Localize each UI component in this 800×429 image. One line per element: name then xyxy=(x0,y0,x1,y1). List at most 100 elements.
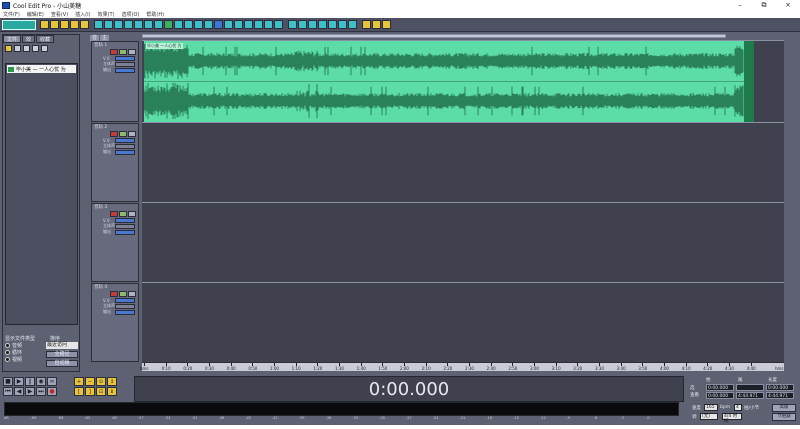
mute-button[interactable] xyxy=(128,291,136,297)
output-select[interactable] xyxy=(115,149,135,155)
record-arm-button[interactable] xyxy=(110,131,118,137)
redo-icon[interactable] xyxy=(154,20,163,29)
go-to-start-button[interactable]: ⏮ xyxy=(3,387,13,396)
favorites-icon[interactable] xyxy=(362,20,371,29)
track-lane-3[interactable] xyxy=(142,202,784,282)
volume-slider[interactable] xyxy=(115,55,135,61)
pan-slider[interactable] xyxy=(115,61,135,67)
solo-button[interactable] xyxy=(119,211,127,217)
paste-icon[interactable] xyxy=(114,20,123,29)
menu-file[interactable]: 文件(F) xyxy=(3,11,20,18)
metronome-button[interactable]: 节拍器 xyxy=(772,413,796,421)
advanced-button[interactable]: 高级 xyxy=(772,404,796,412)
zoom-full-icon[interactable]: ⊙ xyxy=(96,377,106,386)
volume-icon[interactable] xyxy=(184,20,193,29)
menu-insert[interactable]: 插入(I) xyxy=(75,11,90,18)
tempo-field[interactable]: 165 xyxy=(704,404,718,411)
tab-effects[interactable]: 效 xyxy=(22,35,36,43)
play-icon[interactable] xyxy=(164,20,173,29)
fx-rack-icon[interactable] xyxy=(298,20,307,29)
envelope-icon[interactable] xyxy=(174,20,183,29)
mute-button[interactable] xyxy=(128,49,136,55)
new-file-icon[interactable] xyxy=(40,20,49,29)
auto-play-button[interactable]: 自动播 xyxy=(46,360,78,367)
record-arm-button[interactable] xyxy=(110,291,118,297)
solo-button[interactable] xyxy=(119,291,127,297)
open-file-icon[interactable] xyxy=(5,44,12,52)
insert-icon[interactable] xyxy=(41,44,48,52)
zoom-right-icon[interactable]: ] xyxy=(85,387,95,396)
time-select-icon[interactable] xyxy=(224,20,233,29)
menu-help[interactable]: 帮助(H) xyxy=(146,11,164,18)
output-select[interactable] xyxy=(115,67,135,73)
track-lane-4[interactable] xyxy=(142,282,784,362)
pan-slider[interactable] xyxy=(115,223,135,229)
volume-slider[interactable] xyxy=(115,297,135,303)
fast-forward-button[interactable]: ▶ xyxy=(25,387,35,396)
trim-icon[interactable] xyxy=(134,20,143,29)
zoom-vertical-in-icon[interactable]: ↕ xyxy=(107,377,117,386)
maximize-button[interactable]: ⧉ xyxy=(752,0,776,10)
stop-button[interactable]: ■ xyxy=(3,377,13,386)
open-file-icon[interactable] xyxy=(50,20,59,29)
split-icon[interactable] xyxy=(264,20,273,29)
minimize-button[interactable]: – xyxy=(728,0,752,10)
selection-end-field[interactable] xyxy=(736,384,764,391)
pan-slider[interactable] xyxy=(115,303,135,309)
hybrid-tool-icon[interactable] xyxy=(214,20,223,29)
tab-files[interactable]: 文件 xyxy=(3,35,22,43)
mix-icon[interactable] xyxy=(204,20,213,29)
play-from-cursor-button[interactable]: ◉ xyxy=(36,377,46,386)
mute-button[interactable] xyxy=(128,131,136,137)
mixer-icon[interactable] xyxy=(328,20,337,29)
selection-begin-field[interactable]: 0:00.000 xyxy=(706,384,734,391)
track-lane-2[interactable] xyxy=(142,122,784,202)
bus-icon[interactable] xyxy=(318,20,327,29)
eq-icon[interactable] xyxy=(308,20,317,29)
solo-button[interactable] xyxy=(119,49,127,55)
record-arm-button[interactable] xyxy=(110,211,118,217)
waveform-mode-toggle[interactable] xyxy=(2,19,36,30)
script-icon[interactable] xyxy=(372,20,381,29)
view-length-field[interactable]: 4:44.971 xyxy=(766,392,794,399)
cut-icon[interactable] xyxy=(94,20,103,29)
beats-field[interactable]: 4 xyxy=(734,404,742,411)
close-file-icon[interactable] xyxy=(80,20,89,29)
tab-favorites[interactable]: 收藏 xyxy=(36,35,55,43)
video-icon[interactable] xyxy=(348,20,357,29)
undo-icon[interactable] xyxy=(144,20,153,29)
save-all-icon[interactable] xyxy=(70,20,79,29)
group-icon[interactable] xyxy=(274,20,283,29)
zoom-vertical-out-icon[interactable]: ↨ xyxy=(107,387,117,396)
full-path-button[interactable]: 全路径 xyxy=(46,351,78,358)
close-file-icon[interactable] xyxy=(23,44,30,52)
go-to-end-button[interactable]: ⏭ xyxy=(36,387,46,396)
save-icon[interactable] xyxy=(60,20,69,29)
close-button[interactable]: × xyxy=(776,0,800,10)
vertical-scrollbar[interactable] xyxy=(784,40,799,362)
move-copy-icon[interactable] xyxy=(234,20,243,29)
clip-end-handle[interactable] xyxy=(744,41,754,122)
mute-button[interactable] xyxy=(128,211,136,217)
time-signature-select[interactable]: 4/4 时间 xyxy=(722,413,742,424)
pan-slider[interactable] xyxy=(115,143,135,149)
volume-slider[interactable] xyxy=(115,217,135,223)
overview-scrollbar[interactable] xyxy=(142,34,726,38)
solo-button[interactable] xyxy=(119,131,127,137)
key-select[interactable]: (无) xyxy=(700,413,718,420)
track-name[interactable]: 音轨 2 xyxy=(92,124,138,131)
import-icon[interactable] xyxy=(14,44,21,52)
cd-icon[interactable] xyxy=(338,20,347,29)
zoom-out-icon[interactable]: − xyxy=(85,377,95,386)
volume-slider[interactable] xyxy=(115,137,135,143)
menu-effects[interactable]: 效果(T) xyxy=(98,11,115,18)
audio-clip[interactable]: 毕小美 一人心忧 为 xyxy=(144,41,754,122)
file-list[interactable]: 毕小美 — 一人心忧 为 xyxy=(5,63,78,325)
time-ruler[interactable]: hms 0:10 0:20 0:30 0:40 0:50 1:00 1:10 1:20 1:30 1… xyxy=(140,362,784,371)
play-button[interactable]: ▶ xyxy=(14,377,24,386)
loop-play-button[interactable]: ∞ xyxy=(47,377,57,386)
list-item[interactable]: 毕小美 — 一人心忧 为 xyxy=(7,65,76,73)
track-name[interactable]: 音轨 4 xyxy=(92,284,138,291)
record-button[interactable]: ● xyxy=(47,387,57,396)
menu-view[interactable]: 查看(V) xyxy=(51,11,68,18)
